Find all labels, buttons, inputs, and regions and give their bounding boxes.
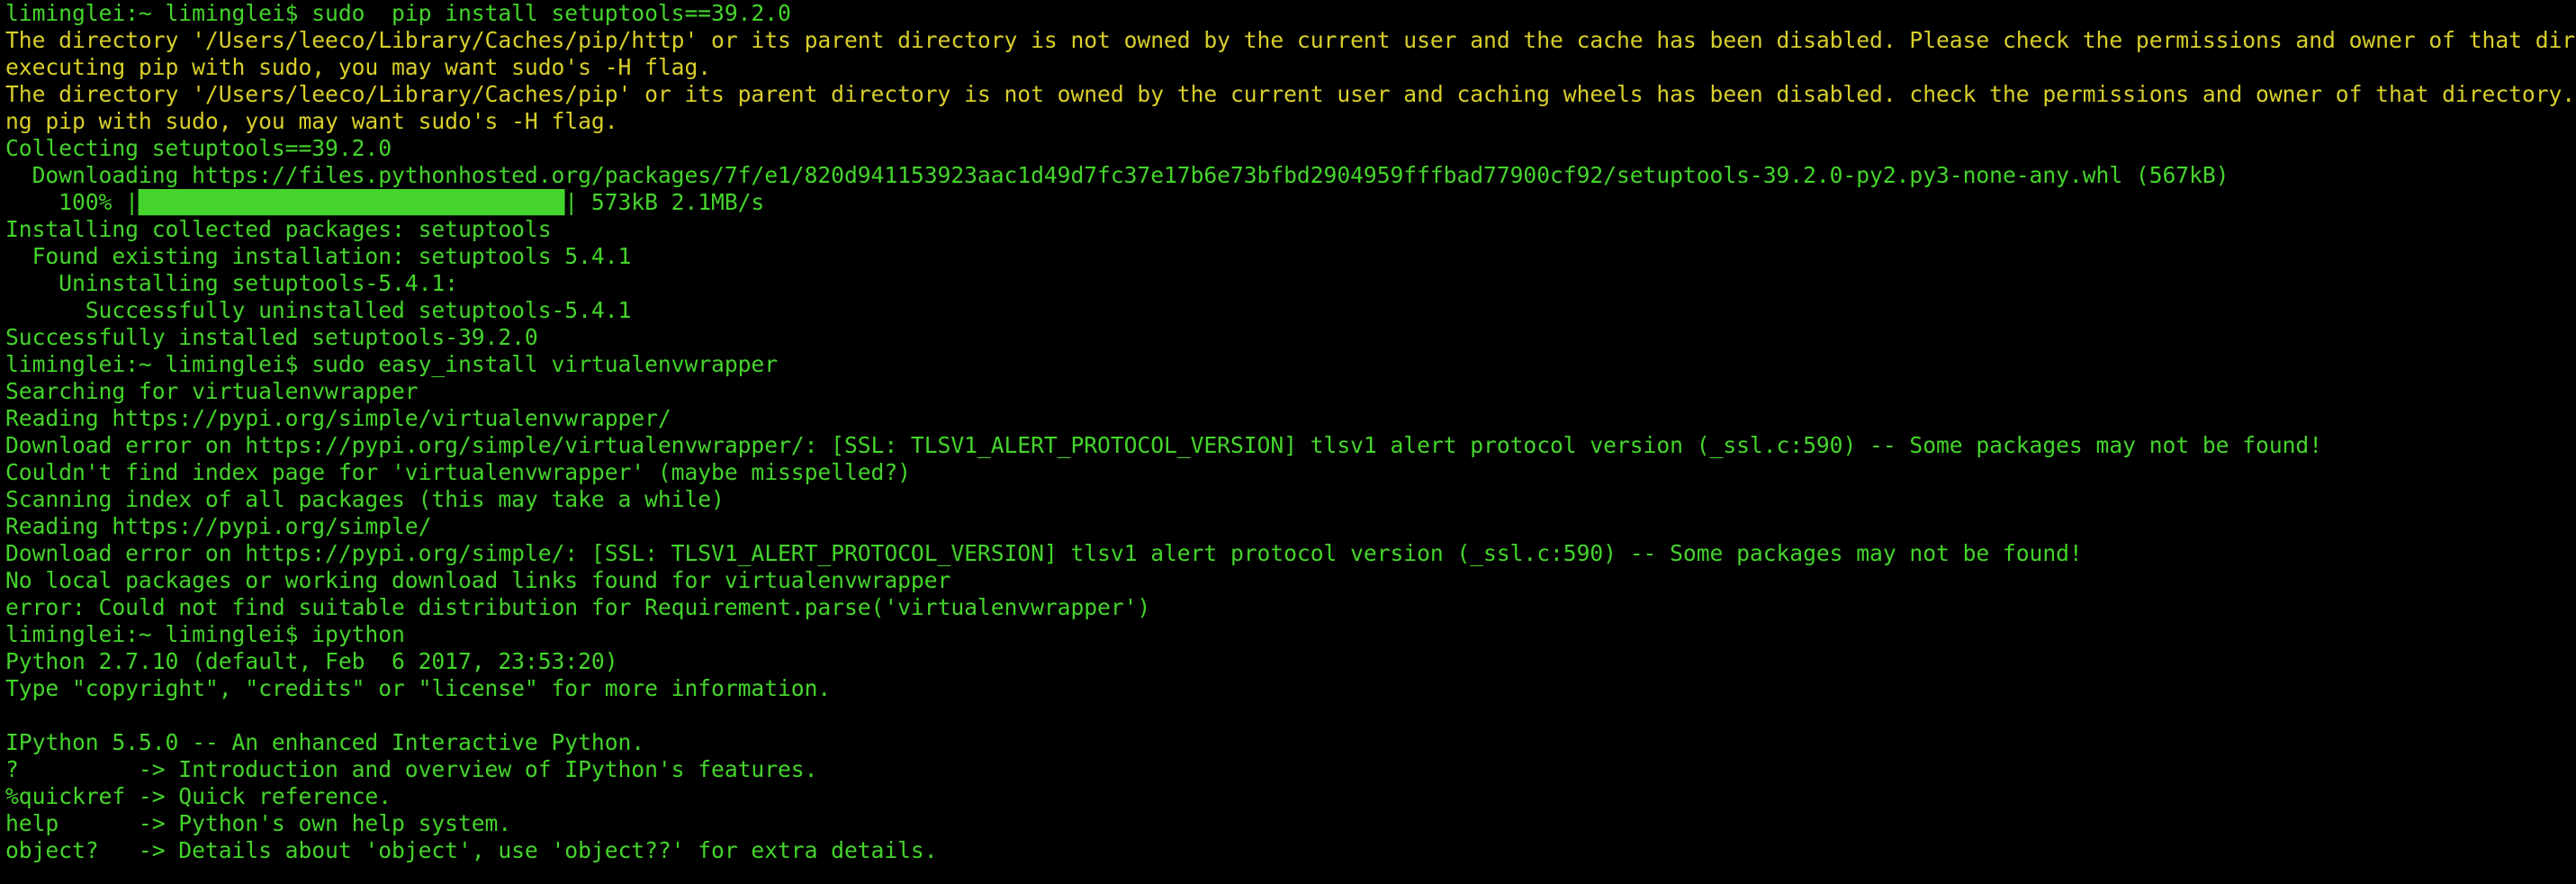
- terminal-output: liminglei:~ liminglei$ sudo pip install …: [5, 0, 2576, 864]
- error-line: Download error on https://pypi.org/simpl…: [5, 540, 2083, 566]
- warning-line: ng pip with sudo, you may want sudo's -H…: [5, 108, 618, 134]
- progress-line: 100% |████████████████████████████████| …: [5, 189, 765, 215]
- warning-line: The directory '/Users/leeco/Library/Cach…: [5, 81, 2576, 107]
- output-line: help -> Python's own help system.: [5, 810, 512, 836]
- output-line: Downloading https://files.pythonhosted.o…: [5, 162, 2229, 188]
- output-line: IPython 5.5.0 -- An enhanced Interactive…: [5, 729, 645, 755]
- prompt-line: liminglei:~ liminglei$ ipython: [5, 621, 405, 647]
- error-line: error: Could not find suitable distribut…: [5, 594, 1151, 620]
- output-line: Type "copyright", "credits" or "license"…: [5, 675, 832, 701]
- output-line: Successfully uninstalled setuptools-5.4.…: [5, 297, 632, 323]
- output-line: ? -> Introduction and overview of IPytho…: [5, 756, 818, 782]
- output-line: Reading https://pypi.org/simple/virtuale…: [5, 405, 671, 431]
- output-line: %quickref -> Quick reference.: [5, 783, 392, 809]
- output-line: Reading https://pypi.org/simple/: [5, 513, 432, 539]
- output-line: Searching for virtualenvwrapper: [5, 378, 419, 404]
- output-line: Successfully installed setuptools-39.2.0: [5, 324, 538, 350]
- prompt-line: liminglei:~ liminglei$ sudo pip install …: [5, 0, 791, 26]
- warning-line: The directory '/Users/leeco/Library/Cach…: [5, 27, 2576, 53]
- error-line: Download error on https://pypi.org/simpl…: [5, 432, 2323, 458]
- terminal-window[interactable]: liminglei:~ liminglei$ sudo pip install …: [0, 0, 2576, 884]
- output-line: Found existing installation: setuptools …: [5, 243, 632, 269]
- output-line: Installing collected packages: setuptool…: [5, 216, 552, 242]
- output-line: Couldn't find index page for 'virtualenv…: [5, 459, 911, 485]
- output-line: Python 2.7.10 (default, Feb 6 2017, 23:5…: [5, 648, 618, 674]
- output-line: Collecting setuptools==39.2.0: [5, 135, 392, 161]
- output-line: Uninstalling setuptools-5.4.1:: [5, 270, 458, 296]
- output-line: object? -> Details about 'object', use '…: [5, 837, 938, 863]
- prompt-line: liminglei:~ liminglei$ sudo easy_install…: [5, 351, 779, 377]
- output-line: No local packages or working download li…: [5, 567, 951, 593]
- warning-line: executing pip with sudo, you may want su…: [5, 54, 712, 80]
- output-line: Scanning index of all packages (this may…: [5, 486, 725, 512]
